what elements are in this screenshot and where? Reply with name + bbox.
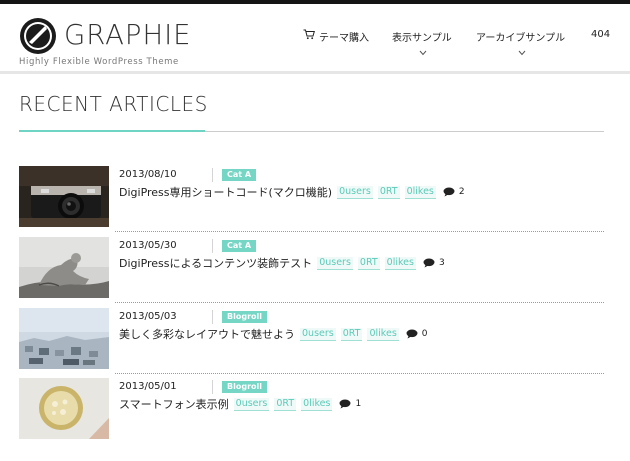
nav-item-archive-sample[interactable]: アーカイブサンプル — [476, 29, 565, 44]
comment-icon — [443, 187, 455, 197]
likes-count[interactable]: 0likes — [301, 397, 333, 411]
article-thumbnail[interactable] — [19, 378, 109, 439]
comment-count-value: 2 — [458, 187, 465, 197]
comment-count-value: 1 — [355, 399, 362, 409]
article-thumbnail[interactable] — [19, 308, 109, 369]
section-divider-accent — [19, 130, 205, 132]
article-title-row: スマートフォン表示例 0users 0RT 0likes 1 — [119, 396, 361, 412]
retweet-count[interactable]: 0RT — [377, 185, 400, 199]
comment-count[interactable]: 1 — [339, 399, 361, 409]
section-title: RECENT ARTICLES — [19, 92, 208, 116]
row-separator — [115, 373, 604, 374]
nav-item-display-sample[interactable]: 表示サンプル — [392, 29, 452, 44]
category-badge[interactable]: Blogroll — [222, 311, 267, 323]
article-title-row: DigiPress専用ショートコード(マクロ機能) 0users 0RT 0li… — [119, 184, 465, 200]
article-title-row: DigiPressによるコンテンツ装飾テスト 0users 0RT 0likes… — [119, 255, 445, 271]
site-tagline: Highly Flexible WordPress Theme — [19, 57, 179, 67]
comment-icon — [339, 399, 351, 409]
row-separator — [115, 302, 604, 303]
likes-count[interactable]: 0likes — [404, 185, 436, 199]
comment-count-value: 0 — [421, 329, 428, 339]
users-count[interactable]: 0users — [233, 397, 270, 411]
article-date: 2013/05/30 — [119, 240, 177, 251]
comment-icon — [423, 258, 435, 268]
comment-icon — [406, 329, 418, 339]
comment-count[interactable]: 0 — [406, 329, 428, 339]
retweet-count[interactable]: 0RT — [274, 397, 297, 411]
nav-item-404[interactable]: 404 — [591, 29, 610, 40]
article-title[interactable]: DigiPressによるコンテンツ装飾テスト — [119, 255, 312, 271]
article-item: 2013/05/30 Cat A DigiPressによるコンテンツ装飾テスト … — [0, 237, 630, 307]
comment-count[interactable]: 3 — [423, 258, 445, 268]
chevron-down-icon[interactable] — [518, 50, 526, 56]
article-thumbnail[interactable] — [19, 166, 109, 227]
row-separator — [115, 231, 604, 232]
article-thumbnail[interactable] — [19, 237, 109, 298]
article-date: 2013/08/10 — [119, 169, 177, 180]
category-badge[interactable]: Blogroll — [222, 381, 267, 393]
header-border — [0, 71, 630, 74]
users-count[interactable]: 0users — [337, 185, 373, 199]
likes-count[interactable]: 0likes — [384, 256, 416, 270]
likes-count[interactable]: 0likes — [367, 327, 399, 341]
meta-divider — [212, 380, 213, 394]
meta-divider — [212, 310, 213, 324]
site-name[interactable]: GRAPHIE — [64, 18, 191, 51]
category-badge[interactable]: Cat A — [222, 240, 257, 252]
comment-count-value: 3 — [438, 258, 445, 268]
users-count[interactable]: 0users — [317, 256, 353, 270]
chevron-down-icon[interactable] — [419, 50, 427, 56]
article-item: 2013/05/03 Blogroll 美しく多彩なレイアウトで魅せよう 0us… — [0, 308, 630, 378]
article-title[interactable]: DigiPress専用ショートコード(マクロ機能) — [119, 184, 332, 200]
article-date: 2013/05/03 — [119, 311, 177, 322]
logo-icon[interactable] — [19, 17, 57, 55]
retweet-count[interactable]: 0RT — [340, 327, 363, 341]
comment-count[interactable]: 2 — [443, 187, 465, 197]
meta-divider — [212, 168, 213, 182]
retweet-count[interactable]: 0RT — [357, 256, 380, 270]
article-title[interactable]: 美しく多彩なレイアウトで魅せよう — [119, 326, 295, 342]
article-date: 2013/05/01 — [119, 381, 177, 392]
article-item: 2013/08/10 Cat A DigiPress専用ショートコード(マクロ機… — [0, 166, 630, 236]
article-title-row: 美しく多彩なレイアウトで魅せよう 0users 0RT 0likes 0 — [119, 326, 428, 342]
category-badge[interactable]: Cat A — [222, 169, 257, 181]
cart-icon — [303, 29, 315, 40]
article-title[interactable]: スマートフォン表示例 — [119, 396, 229, 412]
article-item: 2013/05/01 Blogroll スマートフォン表示例 0users 0R… — [0, 378, 630, 448]
nav-item-purchase[interactable]: テーマ購入 — [319, 29, 369, 44]
meta-divider — [212, 239, 213, 253]
users-count[interactable]: 0users — [300, 327, 336, 341]
